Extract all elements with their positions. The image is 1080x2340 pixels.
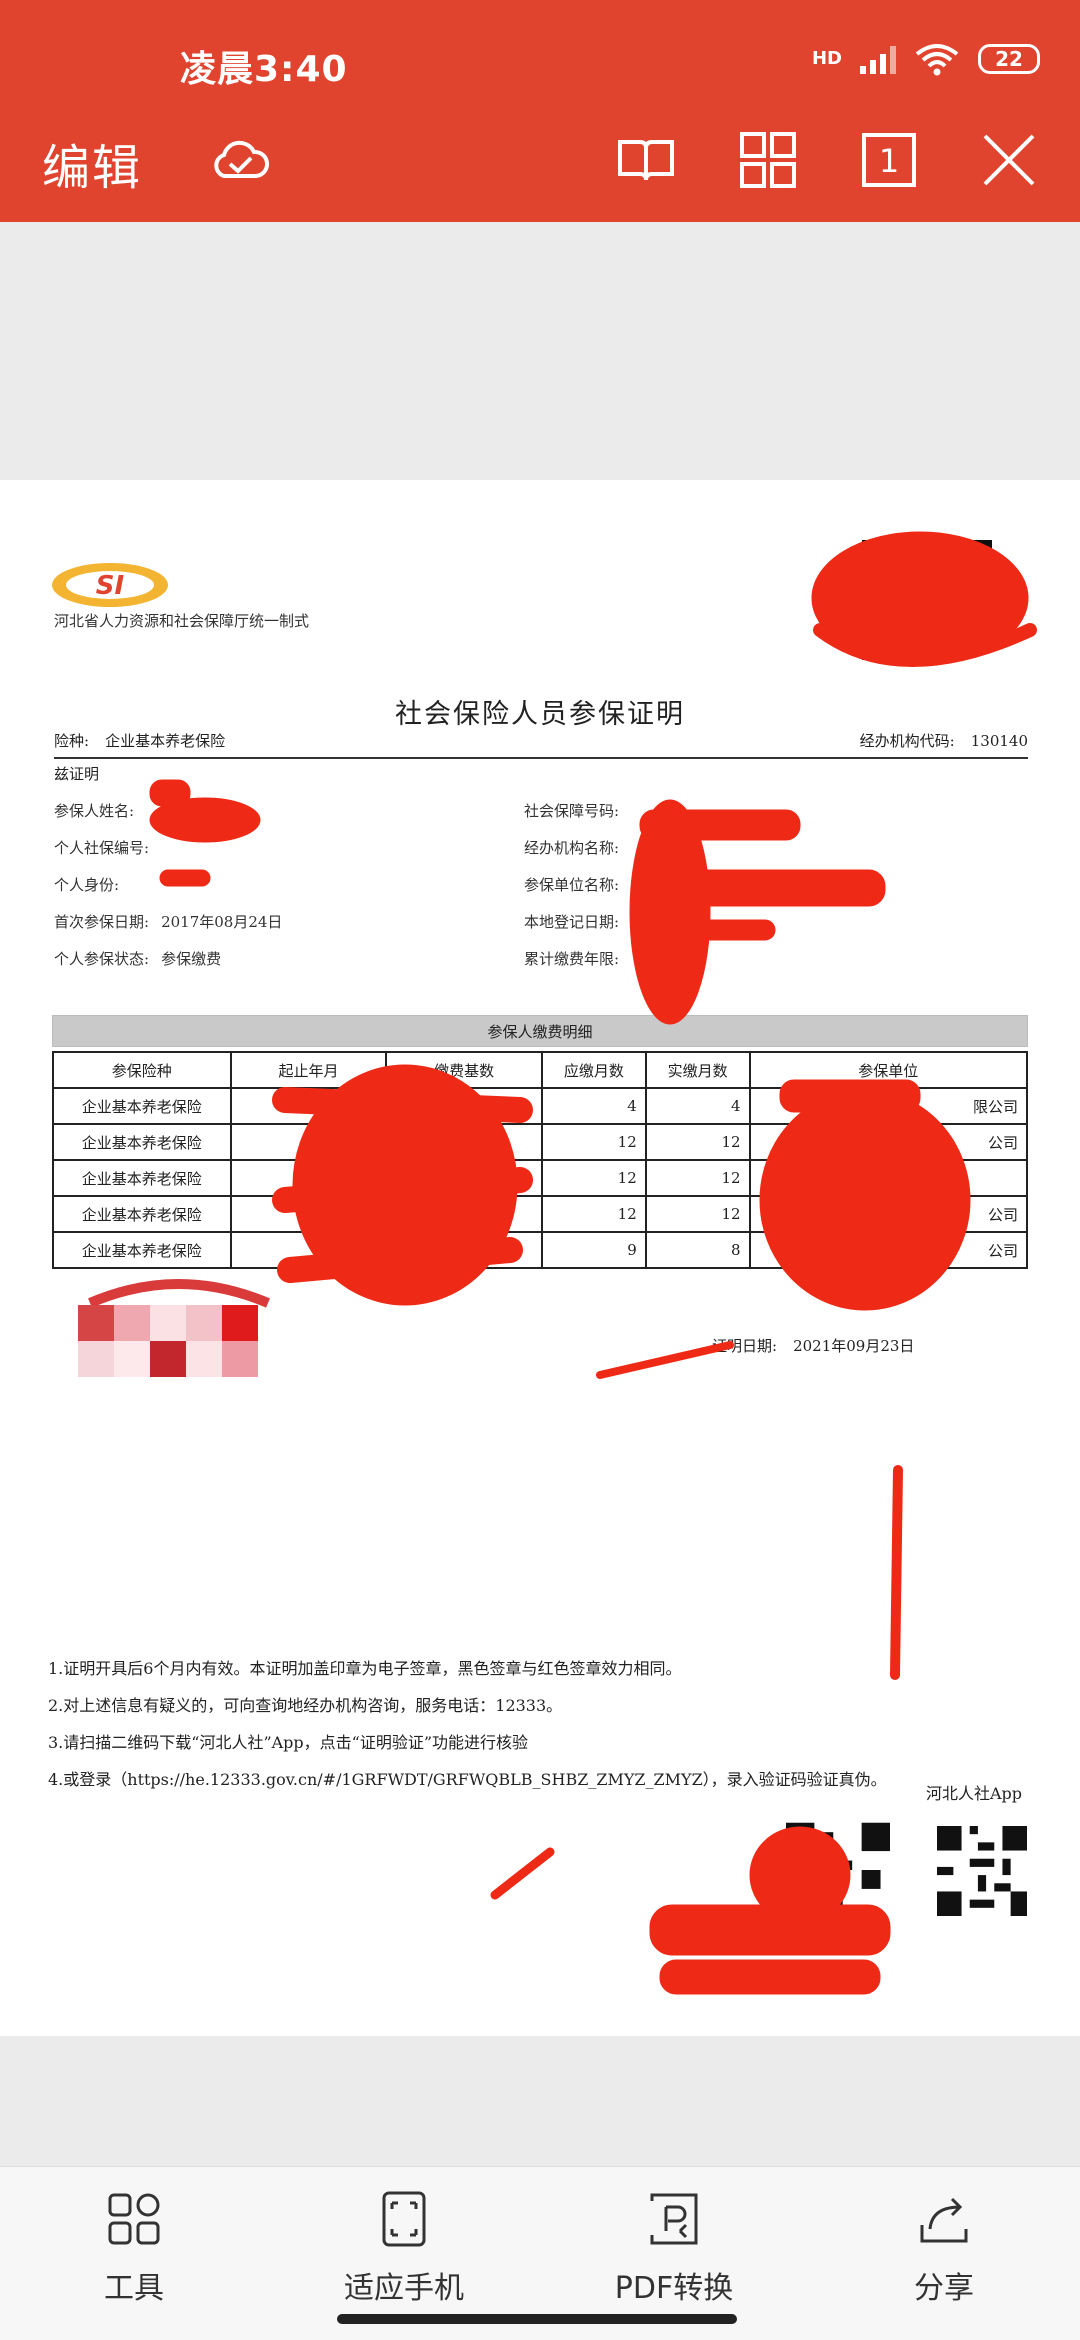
- fit-screen-icon: [382, 2191, 426, 2247]
- book-icon[interactable]: [614, 128, 678, 192]
- pdf-convert-icon: [650, 2193, 698, 2245]
- top-bar: 凌晨3:40 HD 22 编辑 1: [0, 0, 1080, 222]
- table-row: 企业基本养老保险 12 12 公司: [52, 1123, 1029, 1161]
- verification-qr-code: [786, 1822, 890, 1918]
- certificate-intro: 兹证明: [54, 765, 100, 783]
- logo-text: SI: [96, 571, 125, 601]
- field-right: 经办机构名称:: [524, 839, 620, 857]
- table-row: 企业基本养老保险 9 8 公司: [52, 1231, 1029, 1269]
- share-icon: [920, 2197, 968, 2243]
- table-row: 企业基本养老保险 12 12: [52, 1159, 1029, 1197]
- column-header: 实缴月数: [644, 1051, 751, 1089]
- edit-button[interactable]: 编辑: [42, 128, 142, 198]
- column-header: 缴费基数: [385, 1051, 543, 1089]
- field-first-enroll-date: 首次参保日期: 2017年08月24日: [54, 913, 283, 931]
- si-logo: SI: [52, 563, 168, 607]
- share-button[interactable]: 分享: [844, 2189, 1044, 2307]
- table-row: 企业基本养老保险 4 4 限公司: [52, 1087, 1029, 1125]
- cert-date-value: 2021年09月23日: [793, 1337, 915, 1355]
- cert-date-label: 证明日期:: [712, 1337, 778, 1355]
- field-left: 参保人姓名:: [54, 802, 135, 820]
- tools-label: 工具: [104, 2271, 164, 2306]
- payment-detail-table: 参保险种 起止年月 缴费基数 应缴月数 实缴月数 参保单位 企业基本养老保险 4…: [52, 1051, 1029, 1269]
- pdf-page: SI 河北省人力资源和社会保障厅统一制式 社会保险人员参保证明 险种: 企业基本养…: [0, 480, 1080, 2036]
- wifi-icon: [915, 44, 959, 76]
- official-stamp: [78, 1279, 270, 1377]
- app-qr-label: 河北人社App: [926, 1784, 1023, 1803]
- pdf-convert-label: PDF转换: [614, 2271, 734, 2306]
- page-number: 1: [879, 142, 899, 180]
- tools-button[interactable]: 工具: [34, 2189, 234, 2307]
- field-right: 累计缴费年限:: [524, 950, 620, 968]
- share-label: 分享: [914, 2271, 974, 2306]
- grid-icon[interactable]: [736, 128, 800, 192]
- column-header: 参保单位: [748, 1051, 1029, 1089]
- battery-indicator: 22: [978, 44, 1040, 74]
- field-left: 个人身份:: [54, 876, 120, 894]
- fit-screen-label: 适应手机: [344, 2271, 464, 2306]
- field-right: 本地登记日期:: [524, 913, 620, 931]
- table-header-row: 参保险种 起止年月 缴费基数 应缴月数 实缴月数 参保单位: [52, 1051, 1029, 1089]
- table-row: 企业基本养老保险 12 12 公司: [52, 1195, 1029, 1233]
- note-item: 4.或登录（https://he.12333.gov.cn/#/1GRFWDT/…: [48, 1770, 887, 1789]
- document-title: 社会保险人员参保证明: [395, 699, 685, 730]
- top-qr-code: [862, 540, 992, 660]
- issuing-department: 河北省人力资源和社会保障厅统一制式: [54, 612, 310, 630]
- signal-icon: [860, 44, 896, 74]
- column-header: 起止年月: [229, 1051, 388, 1089]
- insurance-type: 企业基本养老保险: [105, 732, 226, 750]
- field-right: 社会保障号码:: [524, 802, 620, 820]
- certificate-notes: 1.证明开具后6个月内有效。本证明加盖印章为电子签章，黑色签章与红色签章效力相同…: [48, 1650, 887, 1798]
- hd-badge: HD: [811, 48, 842, 69]
- note-item: 3.请扫描二维码下载“河北人社”App，点击“证明验证”功能进行核验: [48, 1733, 529, 1752]
- page-number-icon[interactable]: 1: [857, 128, 921, 192]
- status-icons: HD 22: [812, 42, 1040, 76]
- note-item: 2.对上述信息有疑义的，可向查询地经办机构咨询，服务电话：12333。: [48, 1696, 563, 1715]
- field-left: 个人社保编号:: [54, 839, 150, 857]
- insurance-type-label: 险种:: [54, 732, 90, 750]
- field-enroll-status: 个人参保状态: 参保缴费: [54, 950, 222, 968]
- pdf-convert-button[interactable]: PDF转换: [574, 2189, 774, 2307]
- field-right: 参保单位名称:: [524, 876, 620, 894]
- close-icon[interactable]: [977, 128, 1041, 192]
- app-qr-code: [937, 1826, 1027, 1916]
- agency-code: 130140: [970, 732, 1028, 750]
- cloud-check-icon[interactable]: [208, 128, 272, 192]
- certificate-date: 证明日期: 2021年09月23日: [712, 1335, 914, 1356]
- home-indicator[interactable]: [337, 2314, 737, 2324]
- column-header: 应缴月数: [540, 1051, 647, 1089]
- status-time: 凌晨3:40: [180, 49, 348, 90]
- note-item: 1.证明开具后6个月内有效。本证明加盖印章为电子签章，黑色签章与红色签章效力相同…: [48, 1659, 682, 1678]
- column-header: 参保险种: [52, 1051, 232, 1089]
- document-meta: 险种: 企业基本养老保险 经办机构代码: 130140: [54, 730, 1028, 759]
- payment-detail-title: 参保人缴费明细: [52, 1015, 1028, 1047]
- tools-icon: [108, 2193, 160, 2245]
- agency-code-label: 经办机构代码:: [859, 732, 955, 750]
- fit-screen-button[interactable]: 适应手机: [304, 2189, 504, 2307]
